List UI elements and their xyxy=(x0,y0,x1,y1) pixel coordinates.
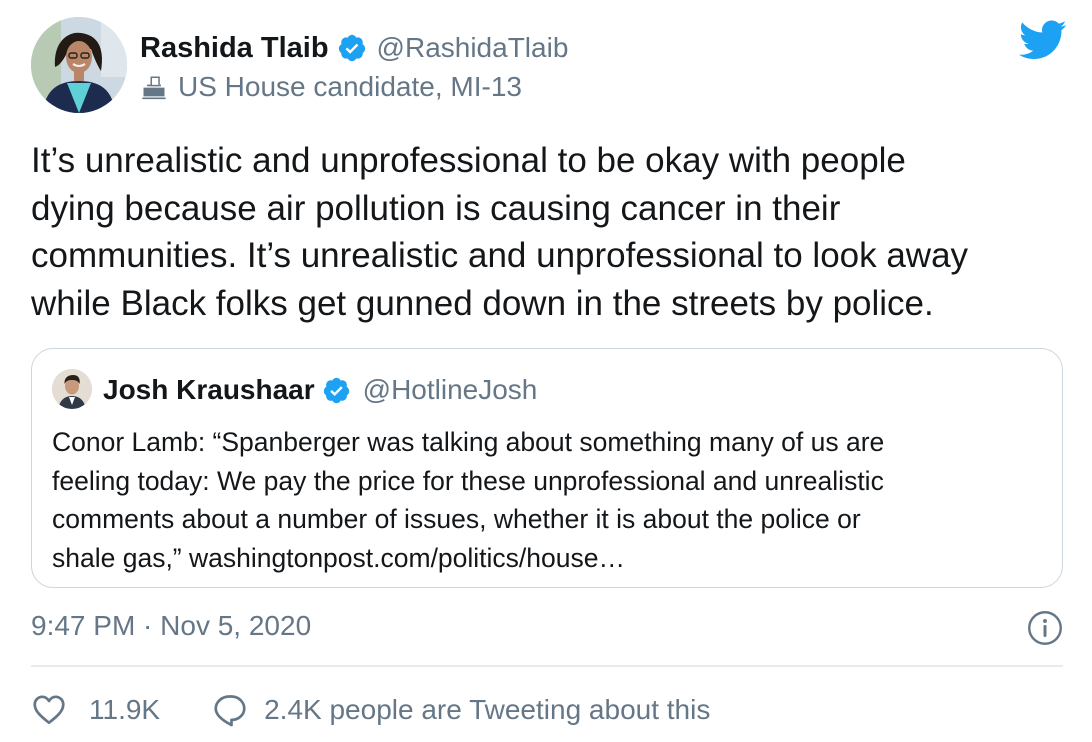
like-count: 11.9K xyxy=(89,694,161,725)
author-handle[interactable]: @RashidaTlaib xyxy=(377,32,569,64)
tweet-text: It’s unrealistic and unprofessional to b… xyxy=(31,141,969,323)
quoted-author-display-name[interactable]: Josh Kraushaar xyxy=(103,374,315,406)
tweet-actions: 11.9K 2.4K people are Tweeting about thi… xyxy=(31,688,710,732)
speech-bubble-icon xyxy=(214,695,246,727)
tweet-timestamp[interactable]: 9:47 PM · Nov 5, 2020 xyxy=(31,610,311,642)
quoted-author-handle[interactable]: @HotlineJosh xyxy=(363,374,538,406)
divider xyxy=(31,665,1063,667)
author-display-name[interactable]: Rashida Tlaib xyxy=(140,32,329,65)
conversation-text: 2.4K people are Tweeting about this xyxy=(264,694,711,725)
quoted-tweet-text: Conor Lamb: “Spanberger was talking abou… xyxy=(52,427,885,573)
account-label-text: US House candidate, MI-13 xyxy=(178,71,522,102)
twitter-bird-icon[interactable] xyxy=(1017,20,1067,62)
ballot-box-icon xyxy=(142,76,166,100)
like-button[interactable]: 11.9K xyxy=(31,692,160,728)
author-name-row[interactable]: Rashida Tlaib @RashidaTlaib xyxy=(140,26,568,70)
quoted-author-avatar[interactable] xyxy=(52,369,92,409)
verified-badge-icon xyxy=(338,34,365,62)
quoted-author-name-row[interactable]: Josh Kraushaar @HotlineJosh xyxy=(103,369,537,411)
info-icon[interactable] xyxy=(1027,610,1063,646)
quoted-tweet-card[interactable]: Josh Kraushaar @HotlineJosh Conor Lamb: … xyxy=(31,348,1063,588)
tweeting-about-this-link[interactable]: 2.4K people are Tweeting about this xyxy=(212,692,710,728)
heart-icon xyxy=(33,695,65,725)
verified-badge-icon xyxy=(323,377,349,403)
author-avatar[interactable] xyxy=(31,17,127,113)
account-label: US House candidate, MI-13 xyxy=(140,69,522,105)
